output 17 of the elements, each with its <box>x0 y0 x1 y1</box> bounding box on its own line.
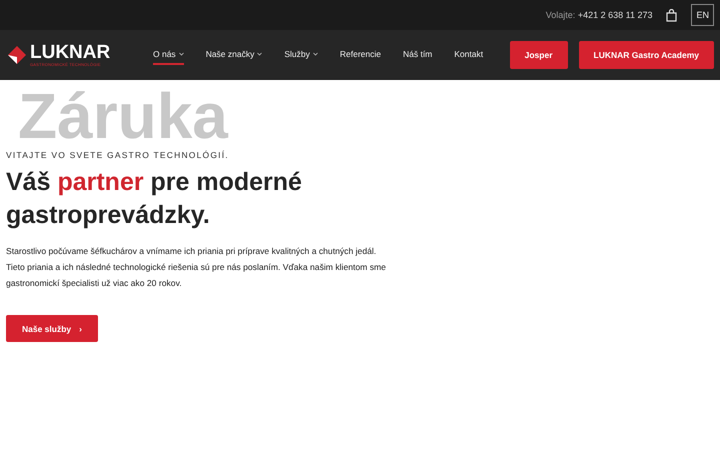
services-button[interactable]: Naše služby › <box>6 315 98 342</box>
logo-name[interactable]: LUKNAR <box>30 43 110 62</box>
nav-link[interactable]: Kontakt <box>454 45 484 65</box>
nav-link[interactable]: O nás <box>153 45 184 65</box>
language-button[interactable]: EN <box>691 4 714 26</box>
phone-number[interactable]: Volajte: +421 2 638 11 273 <box>546 10 652 20</box>
hero-heading: Váš partner pre moderné gastroprevádzky. <box>6 167 303 230</box>
shopping-bag-icon[interactable] <box>666 8 678 22</box>
nav-link[interactable]: Referencie <box>340 45 381 65</box>
header-button[interactable]: LUKNAR Gastro Academy <box>578 41 714 69</box>
eyebrow-text: VITAJTE VO SVETE GASTRO TECHNOLÓGIÍ. <box>6 150 230 160</box>
logo-icon <box>6 45 28 65</box>
nav-link[interactable]: Naše značky <box>206 45 262 65</box>
nav-link[interactable]: Služby <box>284 45 318 65</box>
nav-link[interactable]: Náš tím <box>402 45 432 65</box>
hero-text: Starostlivo počúvame šéfkuchárov a vnímame ich priania pri príprave kvalitných a chutných jedál. Tieto priania a ich následné technologické riešenia sú pre nás poslaním. Vďaka našim klientom sme gastronomickí špecialisti už viac ako 20 rokov. <box>6 245 386 290</box>
header-button[interactable]: Josper <box>510 41 568 69</box>
